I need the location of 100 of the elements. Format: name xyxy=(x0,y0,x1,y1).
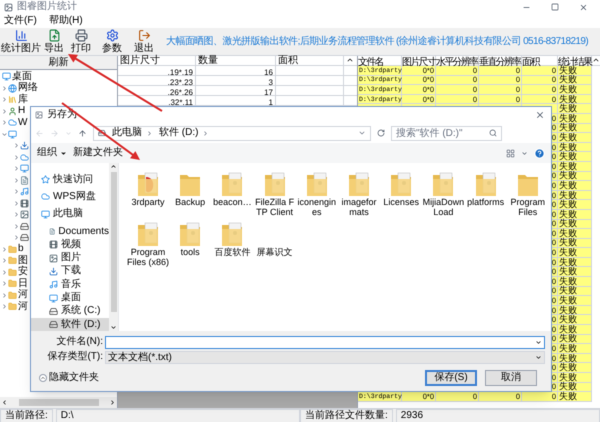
nav-item[interactable]: 此电脑 xyxy=(31,208,109,221)
refresh-button[interactable]: 刷新 xyxy=(0,56,117,70)
toolbar-button[interactable]: 统计图片 xyxy=(0,29,42,54)
tree-item[interactable]: 河 xyxy=(18,302,28,312)
tree-item[interactable]: 安 xyxy=(18,267,28,278)
refresh-button[interactable] xyxy=(377,129,385,137)
folder-name[interactable]: Licenses xyxy=(380,197,422,207)
view-icon[interactable] xyxy=(506,148,515,158)
expand-icon[interactable] xyxy=(13,211,20,218)
tree-item[interactable]: 桌面 xyxy=(12,72,32,82)
command-button[interactable]: 组织 xyxy=(37,148,67,158)
expand-icon[interactable] xyxy=(1,119,8,126)
expand-icon[interactable] xyxy=(13,222,20,230)
expand-icon[interactable] xyxy=(1,96,8,104)
folder-name[interactable]: Backup xyxy=(169,197,212,207)
scroll-up-icon[interactable] xyxy=(110,163,117,170)
folder-name[interactable]: 百度软件 xyxy=(211,247,254,257)
tree-item[interactable]: 网络 xyxy=(18,83,38,94)
vertical-scrollbar[interactable] xyxy=(109,163,118,331)
dialog-button[interactable]: 保存(S) xyxy=(425,370,477,386)
dialog-button[interactable]: 取消 xyxy=(485,370,537,386)
scroll-up-icon[interactable] xyxy=(592,56,600,64)
tree-item[interactable]: b xyxy=(18,244,24,254)
column-header[interactable]: 图片尺寸 xyxy=(402,57,435,68)
expand-icon[interactable] xyxy=(13,154,20,161)
column-header[interactable]: 图片尺寸 xyxy=(118,56,196,65)
expand-icon[interactable] xyxy=(1,246,8,253)
toolbar-button[interactable]: 打印 xyxy=(66,29,96,54)
up-button[interactable] xyxy=(78,128,87,138)
expand-icon[interactable] xyxy=(13,200,20,207)
column-header[interactable]: 面积 xyxy=(522,57,538,68)
tree-item[interactable]: H xyxy=(18,106,26,116)
expand-icon[interactable] xyxy=(13,176,20,184)
expand-icon[interactable] xyxy=(13,234,20,242)
menu-item[interactable]: 文件(F) xyxy=(4,16,37,26)
scroll-left-icon[interactable] xyxy=(1,399,8,406)
folder-name[interactable]: Program Files (x86) xyxy=(127,247,169,267)
command-button[interactable]: 新建文件夹 xyxy=(73,148,123,158)
folder-name[interactable]: imageformats xyxy=(338,197,380,217)
nav-item[interactable]: 桌面 xyxy=(31,291,109,305)
scroll-right-icon[interactable] xyxy=(109,399,116,406)
tree-item[interactable]: 图 xyxy=(18,256,28,266)
expand-icon[interactable] xyxy=(13,165,20,172)
tree-item[interactable]: 河 xyxy=(18,290,28,300)
folder-name[interactable]: FileZilla FTP Client xyxy=(254,197,296,217)
filetype-dropdown[interactable]: 文本文档(*.txt) xyxy=(105,350,545,364)
expand-icon[interactable] xyxy=(1,84,8,92)
expand-icon[interactable] xyxy=(13,142,20,150)
folder-name[interactable]: iconengines xyxy=(296,197,338,217)
menu-item[interactable]: 帮助(H) xyxy=(48,16,83,26)
close-button[interactable] xyxy=(535,110,545,120)
nav-item[interactable]: 软件 (D:) xyxy=(31,318,109,331)
toolbar-button[interactable]: 导出 xyxy=(42,29,66,54)
folder-name[interactable]: beacon… xyxy=(211,197,254,207)
expand-icon[interactable] xyxy=(1,268,8,276)
tree-item[interactable]: W xyxy=(18,118,28,128)
nav-item[interactable]: 音乐 xyxy=(31,278,109,292)
expand-icon[interactable] xyxy=(13,188,20,196)
search-field[interactable]: 搜索"软件 (D:)" xyxy=(391,126,502,140)
nav-item[interactable]: 系统 (C:) xyxy=(31,304,109,318)
folder-name[interactable]: MijiaDownLoad xyxy=(422,197,464,217)
filename-field[interactable] xyxy=(105,336,545,348)
scroll-up-icon[interactable] xyxy=(346,56,354,64)
expand-icon[interactable] xyxy=(1,257,8,264)
nav-item[interactable]: 下载 xyxy=(31,264,109,278)
close-button[interactable] xyxy=(579,2,588,12)
nav-item[interactable]: WPS网盘 xyxy=(31,190,109,204)
expand-icon[interactable] xyxy=(1,303,8,310)
tree-item[interactable]: 库 xyxy=(18,94,28,105)
horizontal-scrollbar[interactable] xyxy=(0,397,117,408)
breadcrumb-item[interactable]: 此电脑 xyxy=(112,128,142,138)
column-header[interactable]: 数量 xyxy=(196,56,276,65)
folder-name[interactable]: platforms xyxy=(464,197,507,207)
column-header[interactable]: 文件名 xyxy=(358,57,383,68)
scroll-down-icon[interactable] xyxy=(110,324,117,331)
address-bar[interactable]: 此电脑 软件 (D:) xyxy=(93,126,371,140)
nav-item[interactable]: 图片 xyxy=(31,251,109,265)
maximize-button[interactable] xyxy=(551,2,559,10)
breadcrumb-item[interactable]: 软件 (D:) xyxy=(159,128,198,138)
collapse-icon[interactable] xyxy=(1,130,8,138)
help-icon[interactable] xyxy=(534,148,545,158)
expand-icon[interactable] xyxy=(1,280,8,288)
tree-item[interactable]: 日 xyxy=(18,278,28,289)
hide-folders-button[interactable]: 隐藏文件夹 xyxy=(39,372,99,384)
dropdown-icon[interactable] xyxy=(521,150,528,156)
expand-icon[interactable] xyxy=(1,108,8,115)
expand-icon[interactable] xyxy=(1,292,8,299)
column-header[interactable]: 垂直分辨率 xyxy=(479,57,520,68)
dropdown-icon[interactable] xyxy=(535,338,542,346)
nav-item[interactable]: Documents xyxy=(31,224,109,238)
folder-name[interactable]: 屏幕识文 xyxy=(254,247,296,257)
nav-item[interactable]: 视频 xyxy=(31,238,109,252)
folder-name[interactable]: Program Files xyxy=(506,197,549,217)
column-header[interactable]: 水平分辨率 xyxy=(436,57,478,68)
toolbar-button[interactable]: 退出 xyxy=(128,29,160,54)
nav-item[interactable]: 快速访问 xyxy=(31,173,109,186)
folder-name[interactable]: 3rdparty xyxy=(127,197,169,207)
folder-name[interactable]: tools xyxy=(169,247,212,257)
column-header[interactable]: 面积 xyxy=(276,56,344,65)
toolbar-button[interactable]: 参数 xyxy=(96,29,128,54)
